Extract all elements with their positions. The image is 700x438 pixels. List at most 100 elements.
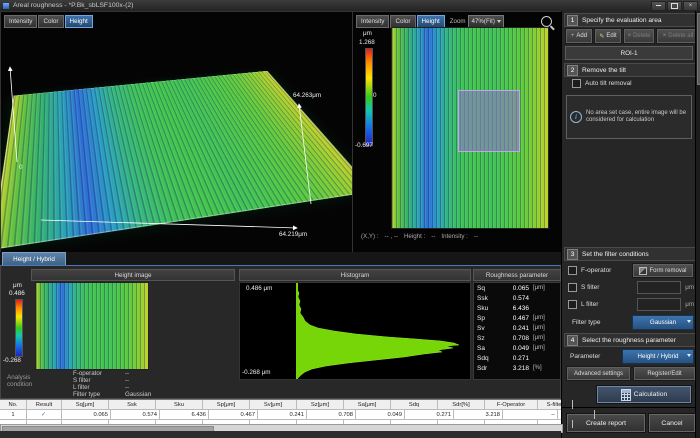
roughness-parameter-row: Sp0.467[μm] [474, 313, 560, 323]
chevron-down-icon [497, 20, 501, 23]
table-header-cell: Sa[μm] [344, 400, 391, 409]
delete-all-label: Delete all [668, 33, 693, 39]
advanced-settings-button[interactable]: Advanced settings [566, 366, 631, 381]
tab-label: Height / Hybrid [13, 256, 55, 263]
intensity-button-2d[interactable]: Intensity [356, 15, 389, 28]
delete-all-button[interactable]: ×Delete all [656, 28, 700, 44]
f-operator-label: F-operator [581, 267, 611, 274]
axis-label-y: 64.263μm [293, 92, 321, 99]
auto-tilt-label: Auto tilt removal [585, 80, 632, 87]
close-button[interactable]: × [683, 1, 698, 11]
roughness-parameter-row: Ssk0.574 [474, 293, 560, 303]
table-row-number: 1 [0, 410, 27, 419]
table-header-cell: Sdq [391, 400, 438, 409]
pencil-icon: ✎ [599, 33, 604, 40]
param-value: 0.574 [499, 295, 529, 302]
histogram-plot: 0.486 μm -0.268 μm [239, 282, 471, 380]
register-edit-button[interactable]: Register/Edit [633, 366, 696, 381]
intensity-value: -- [474, 233, 478, 240]
f-operator-checkbox[interactable] [568, 266, 577, 275]
l-filter-input[interactable] [637, 298, 681, 311]
xy-value: -- , -- [385, 233, 398, 240]
section-2-title: Remove the tilt [582, 67, 626, 74]
magnifier-icon[interactable] [541, 16, 552, 27]
parameter-row: Parameter Height / Hybrid [570, 349, 694, 364]
section-1-header: 1 Specify the evaluation area [564, 13, 700, 27]
roughness-parameter-row: Sa0.049[μm] [474, 343, 560, 353]
param-value: 0.271 [499, 355, 529, 362]
condition-name: F-operator [73, 370, 125, 377]
maximize-button[interactable] [667, 1, 682, 11]
minimize-button[interactable] [651, 1, 666, 11]
table-header-cell: Sv[μm] [250, 400, 297, 409]
condition-value: -- [125, 384, 185, 391]
auto-tilt-checkbox[interactable] [572, 79, 581, 88]
table-data-row[interactable]: 1✓0.0650.5746.4360.4670.2410.7080.0490.2… [0, 410, 561, 420]
surface-2d-image[interactable] [391, 27, 549, 229]
param-name: Sq [477, 285, 499, 292]
s-filter-input[interactable] [637, 281, 681, 294]
param-name: Sp [477, 315, 499, 322]
f-operator-row: F-operator Form removal [568, 263, 694, 278]
section-1-title: Specify the evaluation area [582, 17, 662, 24]
roughness-parameter-row: Sq0.065[μm] [474, 283, 560, 293]
calculation-button[interactable]: Calculation [596, 385, 692, 404]
analysis-condition-row: L filter-- [73, 384, 213, 391]
application-window: { "window": { "title": "Areal roughness … [0, 0, 700, 438]
l-filter-checkbox[interactable] [568, 300, 577, 309]
section-4-header: 4 Select the roughness parameter [564, 333, 700, 347]
panel-scrollbar[interactable] [695, 11, 700, 438]
delete-label: Delete [633, 33, 650, 39]
param-unit: [μm] [529, 325, 557, 331]
param-name: Sz [477, 335, 499, 342]
parameter-select[interactable]: Height / Hybrid [622, 349, 694, 364]
parameter-label: Parameter [570, 353, 600, 360]
table-header-cell: F-Operator [485, 400, 538, 409]
advanced-settings-label: Advanced settings [574, 371, 623, 377]
cancel-label: Cancel [661, 420, 682, 427]
intensity-button-3d[interactable]: Intensity [4, 15, 37, 28]
filter-type-select[interactable]: Gaussian [632, 315, 694, 330]
parameter-value: Height / Hybrid [638, 353, 679, 360]
info-icon: i [570, 111, 582, 123]
view-3d-toolbar: Intensity Color Height [4, 15, 94, 28]
table-cell: 0.241 [258, 410, 307, 419]
height-image[interactable] [35, 282, 149, 370]
param-value: 0.241 [499, 325, 529, 332]
cancel-button[interactable]: Cancel [648, 413, 696, 433]
s-filter-checkbox[interactable] [568, 283, 577, 292]
add-button[interactable]: +Add [565, 28, 593, 44]
control-panel: 1 Specify the evaluation area +Add ✎Edit… [561, 11, 700, 438]
histogram-title: Histogram [341, 272, 370, 279]
section-3-header: 3 Set the filter conditions [564, 247, 700, 261]
form-removal-button[interactable]: Form removal [632, 263, 694, 278]
l-filter-row: L filter μm [568, 298, 694, 311]
delete-button[interactable]: ×Delete [623, 28, 655, 44]
evaluation-area-roi[interactable] [458, 90, 520, 152]
x-icon: × [663, 33, 667, 39]
section-1-number: 1 [567, 15, 578, 26]
axis-origin-label: 0 [19, 164, 23, 171]
analysis-condition-label: Analysis condition [7, 374, 55, 388]
param-name: Sku [477, 305, 499, 312]
table-cell: 0.574 [111, 410, 160, 419]
roi-selector[interactable]: ROI-1 [565, 46, 693, 60]
height-button-3d[interactable]: Height [65, 15, 93, 28]
condition-name: S filter [73, 377, 125, 384]
tab-height-hybrid[interactable]: Height / Hybrid [2, 252, 66, 266]
color-button-3d[interactable]: Color [38, 15, 63, 28]
maximize-icon [671, 3, 678, 9]
zoom-label: Zoom [450, 18, 466, 25]
edit-button[interactable]: ✎Edit [594, 28, 622, 44]
param-value: 0.708 [499, 335, 529, 342]
table-header-cell: Sz[μm] [297, 400, 344, 409]
table-result-cell: ✓ [27, 410, 62, 419]
height-colorbar-min: -0.268 [3, 357, 21, 364]
xy-label: (X,Y) : [361, 233, 379, 240]
chevron-down-icon [687, 320, 691, 323]
histogram-max-label: 0.486 μm [246, 285, 272, 292]
param-value: 0.049 [499, 345, 529, 352]
table-header-cell: S-filter [538, 400, 573, 409]
chevron-down-icon [687, 354, 691, 357]
create-report-label: Create report [586, 420, 626, 427]
